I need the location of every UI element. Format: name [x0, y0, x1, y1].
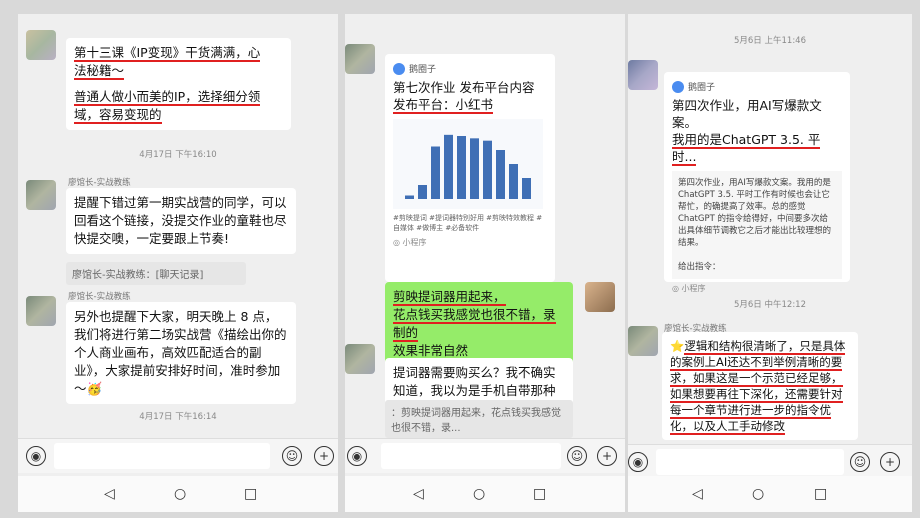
timestamp: 4月17日 下午16:14 [139, 412, 217, 422]
brand-logo-icon [393, 62, 405, 75]
mini-program-icon: ◎ [393, 238, 403, 247]
avatar[interactable] [628, 326, 658, 356]
voice-icon[interactable]: ◉ [26, 446, 46, 466]
chart-bar [522, 178, 531, 199]
home-icon[interactable]: ○ [752, 486, 764, 502]
message-text: 法秘籍～ [74, 63, 125, 80]
timestamp: 4月17日 下午16:10 [139, 150, 217, 160]
message-bubble[interactable]: 第十三课《IP变现》干货满满，心 法秘籍～ 普通人做小而美的IP，选择细分领 域… [66, 38, 291, 130]
message-bubble[interactable]: ⭐逻辑和结构很清晰了，只是具体 的案例上AI还达不到举例清晰的要 求，如果这是一… [662, 332, 858, 440]
avatar[interactable] [26, 180, 56, 210]
message-text: 化，以及人工手动修改 [670, 419, 785, 435]
message-text: 域，容易变现的 [74, 107, 162, 124]
message-bubble[interactable]: 提词器需要购买么？我不确实知道，我以为是手机自带那种 [385, 358, 573, 406]
brand-logo-icon [672, 80, 684, 93]
card-subtitle: 发布平台：小红书 [393, 97, 494, 114]
input-bar: ☺ + ◉ [345, 438, 625, 473]
message-bubble-self[interactable]: 剪映提词器用起来， 花点钱买我感觉也很不错，录制的 效果非常自然 [385, 282, 573, 366]
chart-bar [509, 164, 518, 199]
chart-bar [444, 134, 453, 199]
emoji-icon[interactable]: ☺ [567, 446, 587, 466]
message-text: 剪映提词器用起来， [393, 289, 506, 306]
avatar[interactable] [345, 44, 375, 74]
mini-program-icon: ◎ [672, 284, 682, 293]
message-text: 普通人做小而美的IP，选择细分领 [74, 89, 261, 106]
chart-bar [405, 195, 414, 199]
card-footer: 小程序 [681, 284, 706, 293]
chat-panel-1: 第十三课《IP变现》干货满满，心 法秘籍～ 普通人做小而美的IP，选择细分领 域… [18, 14, 338, 512]
recents-icon[interactable]: □ [533, 486, 546, 502]
sender-name: 廖馆长-实战教练 [68, 178, 131, 188]
back-icon[interactable]: ◁ [413, 486, 424, 502]
chart-bar [431, 146, 440, 199]
timestamp: 5月6日 上午11:46 [733, 36, 806, 46]
chat-panel-2: 鹅圈子 第七次作业 发布平台内容 发布平台：小红书 #剪映提词 #提词器特别好用 … [345, 14, 625, 512]
nav-bar: ◁ ○ □ [18, 476, 338, 512]
chart-bar [496, 150, 505, 199]
emoji-icon[interactable]: ☺ [282, 446, 302, 466]
chart-bar [483, 140, 492, 199]
voice-icon[interactable]: ◉ [628, 452, 648, 472]
nav-bar: ◁ ○ □ [628, 476, 912, 512]
card-title: 第七次作业 发布平台内容 [393, 80, 535, 95]
message-text: 求，如果这是一个示范已经足够， [670, 371, 843, 387]
avatar[interactable] [628, 60, 658, 90]
avatar[interactable] [26, 30, 56, 60]
voice-icon[interactable]: ◉ [347, 446, 367, 466]
bar-chart [393, 119, 543, 209]
back-icon[interactable]: ◁ [692, 486, 703, 502]
emoji: 🥳 [86, 381, 103, 396]
plus-icon[interactable]: + [597, 446, 617, 466]
chart-bar [418, 185, 427, 199]
message-bubble[interactable]: 另外也提醒下大家，明天晚上 8 点，我们将进行第二场实战营《描绘出你的个人商业画… [66, 302, 296, 404]
chat-panel-3: 5月6日 上午11:46 鹅圈子 第四次作业，用AI写爆款文案。 我用的是Chat… [628, 14, 912, 512]
star-icon: ⭐ [670, 339, 685, 353]
card-subtitle: 我用的是ChatGPT 3.5. 平时... [672, 132, 821, 166]
message-text: 如果想要再往下深化，还需要针对 [670, 387, 843, 403]
chat-record-quote[interactable]: 廖馆长-实战教练：[聊天记录] [66, 262, 246, 285]
mini-program-card[interactable]: 鹅圈子 第四次作业，用AI写爆款文案。 我用的是ChatGPT 3.5. 平时..… [664, 72, 850, 293]
mini-program-card[interactable]: 鹅圈子 第七次作业 发布平台内容 发布平台：小红书 #剪映提词 #提词器特别好用 … [385, 54, 555, 282]
home-icon[interactable]: ○ [473, 486, 485, 502]
message-input[interactable] [54, 443, 270, 469]
input-bar: ◉ ☺ + [628, 444, 912, 479]
message-input[interactable] [656, 449, 844, 475]
recents-icon[interactable]: □ [244, 486, 257, 502]
message-text: 花点钱买我感觉也很不错，录制的 [393, 307, 556, 342]
card-title: 第四次作业，用AI写爆款文案。 [672, 98, 822, 130]
card-caption: #剪映提词 #提词器特别好用 #剪映特效教程 #自媒体 #做博主 #必备软件 [393, 214, 543, 232]
card-body: 第四次作业，用AI写爆款文案。我用的是ChatGPT 3.5. 平时工作有时候也… [678, 178, 832, 248]
back-icon[interactable]: ◁ [104, 486, 115, 502]
brand-name: 鹅圈子 [409, 65, 437, 75]
message-text: 第十三课《IP变现》干货满满，心 [74, 45, 261, 62]
chart-bar [457, 136, 466, 199]
input-bar: ◉ ☺ + [18, 438, 338, 473]
home-icon[interactable]: ○ [174, 486, 186, 502]
chart-bar [470, 138, 479, 199]
sender-name: 廖馆长-实战教练 [68, 292, 131, 302]
avatar[interactable] [345, 344, 375, 374]
message-text: 每一个章节进行进一步的指令优 [670, 403, 831, 419]
plus-icon[interactable]: + [880, 452, 900, 472]
message-text: 另外也提醒下大家，明天晚上 8 点，我们将进行第二场实战营《描绘出你的个人商业画… [74, 309, 287, 396]
emoji-icon[interactable]: ☺ [850, 452, 870, 472]
message-text: 逻辑和结构很清晰了，只是具体 [684, 339, 846, 355]
reply-quote[interactable]: ：剪映提词器用起来，花点钱买我感觉也很不错，录... [385, 400, 573, 438]
plus-icon[interactable]: + [314, 446, 334, 466]
card-preview: 第四次作业，用AI写爆款文案。我用的是ChatGPT 3.5. 平时工作有时候也… [672, 171, 842, 279]
brand-name: 鹅圈子 [688, 83, 716, 93]
recents-icon[interactable]: □ [814, 486, 827, 502]
message-text: 提词器需要购买么？我不确实知道，我以为是手机自带那种 [393, 365, 556, 398]
timestamp: 5月6日 中午12:12 [733, 300, 806, 310]
avatar[interactable] [26, 296, 56, 326]
message-text: 的案例上AI还达不到举例清晰的要 [670, 355, 843, 371]
message-bubble[interactable]: 提醒下错过第一期实战营的同学，可以回看这个链接，没提交作业的童鞋也尽快提交噢，一… [66, 188, 296, 254]
card-footer: 小程序 [402, 238, 427, 247]
card-body: 给出指令： [678, 262, 721, 272]
message-input[interactable] [381, 443, 561, 469]
nav-bar: ◁ ○ □ [345, 476, 625, 512]
message-text: 提醒下错过第一期实战营的同学，可以回看这个链接，没提交作业的童鞋也尽快提交噢，一… [74, 195, 287, 246]
self-avatar[interactable] [585, 282, 615, 312]
